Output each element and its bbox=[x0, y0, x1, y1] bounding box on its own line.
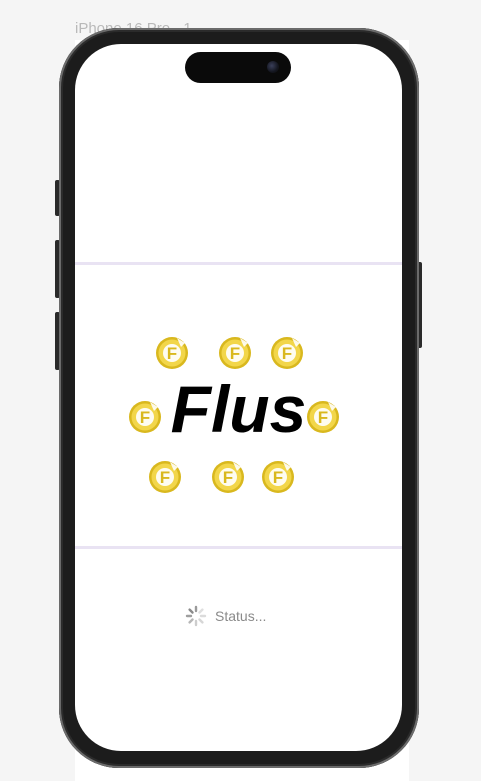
coin-f-icon: F bbox=[148, 460, 182, 494]
coin-letter: F bbox=[273, 468, 283, 487]
coin-f-icon: F bbox=[270, 336, 304, 370]
dynamic-island bbox=[185, 52, 291, 83]
coin-letter: F bbox=[230, 344, 240, 363]
phone-frame: F F F F F F F F Flus Status... bbox=[59, 28, 419, 768]
app-logo-text: Flus bbox=[170, 372, 307, 446]
coin-f-icon: F bbox=[218, 336, 252, 370]
status-text: Status... bbox=[215, 608, 267, 624]
coin-f-icon: F bbox=[155, 336, 189, 370]
phone-screen: F F F F F F F F Flus Status... bbox=[75, 44, 402, 751]
status-indicator: Status... bbox=[185, 604, 266, 628]
loading-spinner-icon bbox=[185, 605, 207, 627]
coin-letter: F bbox=[223, 468, 233, 487]
top-divider bbox=[75, 262, 402, 265]
bottom-divider bbox=[75, 546, 402, 549]
coin-f-icon: F bbox=[261, 460, 295, 494]
coin-letter: F bbox=[167, 344, 177, 363]
camera-icon bbox=[267, 61, 279, 73]
coin-letter: F bbox=[282, 344, 292, 363]
coin-letter: F bbox=[160, 468, 170, 487]
coin-f-icon: F bbox=[211, 460, 245, 494]
